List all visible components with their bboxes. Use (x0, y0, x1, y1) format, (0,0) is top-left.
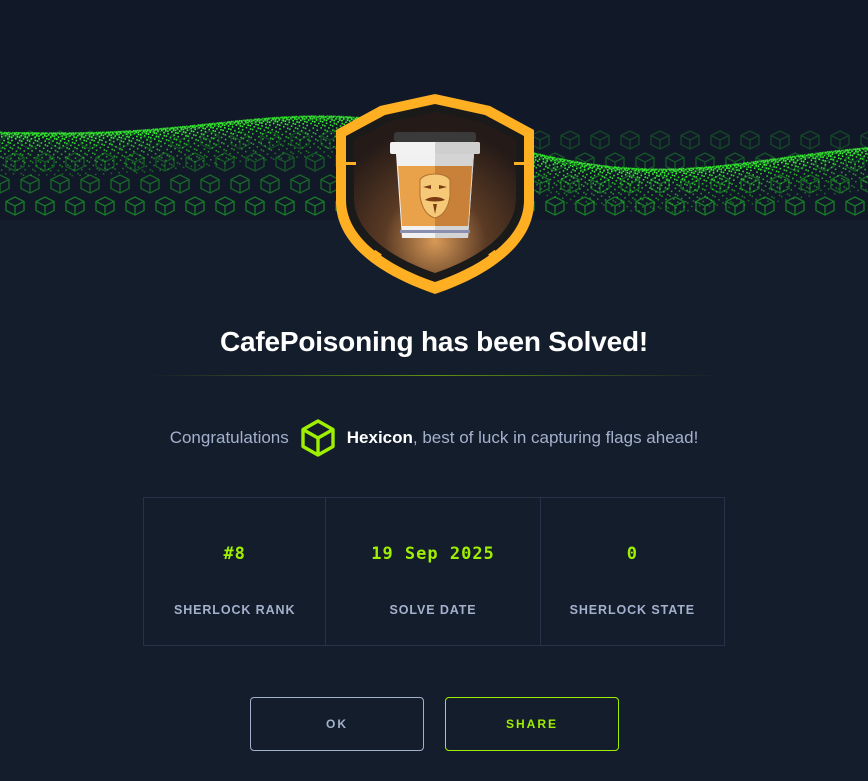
stat-label: SHERLOCK STATE (569, 603, 695, 617)
coffee-cup-badge-icon (336, 94, 534, 294)
stat-value: #8 (223, 544, 246, 564)
congrats-suffix: , best of luck in capturing flags ahead! (412, 428, 699, 447)
hexagon-cube-avatar-icon (301, 419, 335, 457)
stat-label: SOLVE DATE (389, 603, 477, 617)
stat-value: 0 (626, 544, 638, 564)
stat-solve-date: 19 Sep 2025 SOLVE DATE (325, 498, 539, 645)
title-divider (148, 375, 720, 376)
stat-sherlock-state: 0 SHERLOCK STATE (539, 498, 724, 645)
stats-panel: #8 SHERLOCK RANK 19 Sep 2025 SOLVE DATE … (143, 497, 725, 646)
stat-value: 19 Sep 2025 (371, 544, 495, 564)
stat-label: SHERLOCK RANK (173, 603, 296, 617)
share-button[interactable]: SHARE (445, 697, 619, 751)
page-title: CafePoisoning has been Solved! (219, 326, 649, 357)
stat-sherlock-rank: #8 SHERLOCK RANK (144, 498, 325, 645)
congrats-prefix: Congratulations (169, 428, 289, 447)
username: Hexicon (346, 428, 413, 447)
ok-button[interactable]: OK (250, 697, 424, 751)
congratulations-message: Congratulations Hexicon , best of luck i… (0, 415, 868, 461)
